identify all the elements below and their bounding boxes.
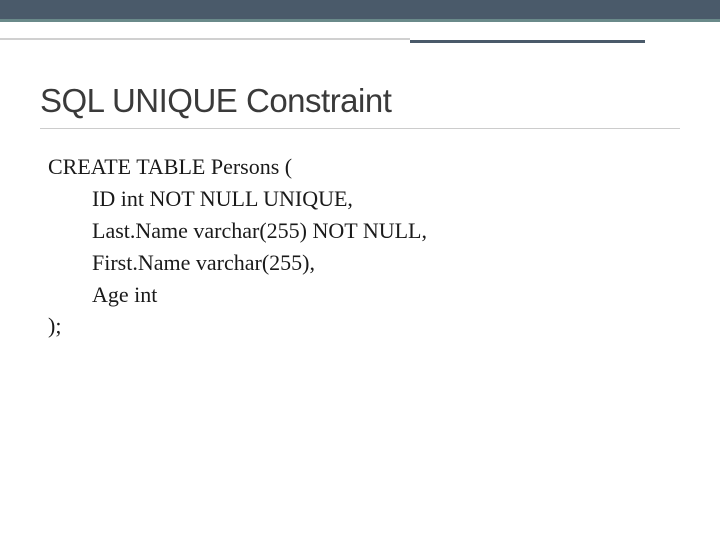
code-line: Last.Name varchar(255) NOT NULL, xyxy=(48,215,680,247)
code-line: ID int NOT NULL UNIQUE, xyxy=(48,183,680,215)
code-line: CREATE TABLE Persons ( xyxy=(48,151,680,183)
accent-line-dark xyxy=(410,40,645,43)
slide-top-bar xyxy=(0,0,720,22)
slide-content: SQL UNIQUE Constraint CREATE TABLE Perso… xyxy=(40,82,680,342)
accent-line-light xyxy=(0,38,410,40)
title-divider xyxy=(40,128,680,129)
code-block: CREATE TABLE Persons ( ID int NOT NULL U… xyxy=(40,151,680,342)
code-line: Age int xyxy=(48,279,680,311)
code-line: First.Name varchar(255), xyxy=(48,247,680,279)
code-line: ); xyxy=(48,310,680,342)
slide-title: SQL UNIQUE Constraint xyxy=(40,82,680,120)
